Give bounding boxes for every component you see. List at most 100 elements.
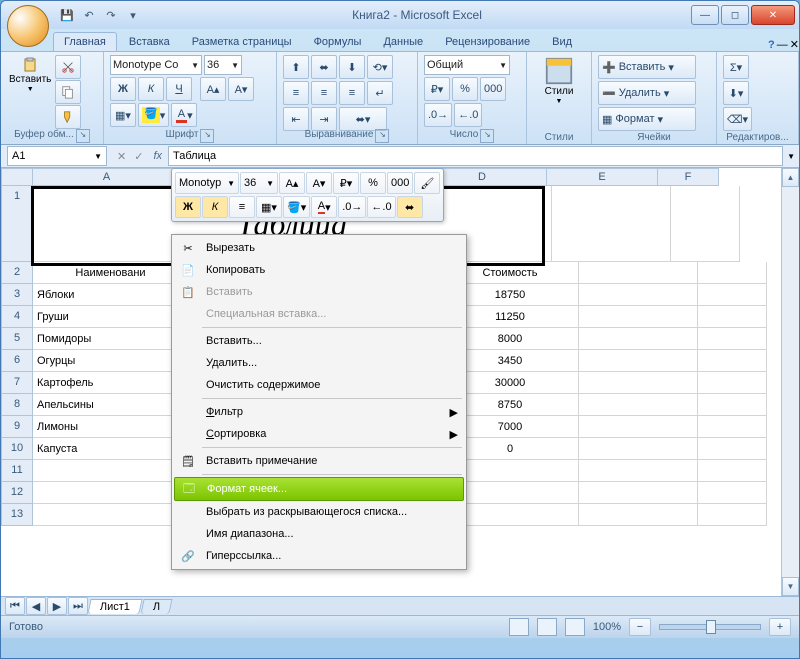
format-painter-button[interactable] — [55, 105, 81, 129]
tab-layout[interactable]: Разметка страницы — [182, 33, 302, 51]
copy-button[interactable] — [55, 80, 81, 104]
font-name-combo[interactable]: Monotype Co▼ — [110, 55, 202, 75]
enter-formula-icon[interactable]: ✓ — [130, 150, 147, 163]
increase-decimal-button[interactable]: .0→ — [424, 103, 452, 127]
row-header-13[interactable]: 13 — [1, 504, 33, 526]
ribbon-minimize-icon[interactable]: — — [777, 39, 788, 51]
row-header-2[interactable]: 2 — [1, 262, 33, 284]
tab-home[interactable]: Главная — [53, 32, 117, 51]
mini-borders[interactable]: ▦▾ — [256, 196, 282, 218]
qat-customize-icon[interactable]: ▾ — [123, 5, 143, 25]
number-format-combo[interactable]: Общий▼ — [424, 55, 510, 75]
ctx-range-name[interactable]: Имя диапазона... — [174, 523, 464, 545]
align-right-button[interactable]: ≡ — [339, 81, 365, 105]
cell-A4[interactable]: Груши — [33, 306, 189, 328]
font-color-button[interactable]: A▾ — [171, 103, 197, 127]
orientation-button[interactable]: ⟲▾ — [367, 55, 393, 79]
mini-dec-decimal[interactable]: ←.0 — [367, 196, 395, 218]
underline-button[interactable]: Ч — [166, 77, 192, 101]
save-icon[interactable]: 💾 — [57, 5, 77, 25]
cell-A2[interactable]: Наименовани — [33, 262, 189, 284]
merge-button[interactable]: ⬌▾ — [339, 107, 387, 131]
mini-percent[interactable]: % — [360, 172, 386, 194]
align-left-button[interactable]: ≡ — [283, 81, 309, 105]
mini-fontcolor[interactable]: A▾ — [311, 196, 337, 218]
ctx-cut[interactable]: ✂Вырезать — [174, 237, 464, 259]
first-sheet-button[interactable]: ⏮ — [5, 597, 25, 615]
cells-format-button[interactable]: ▦Формат ▾ — [598, 107, 696, 131]
zoom-slider-thumb[interactable] — [706, 620, 716, 634]
cell-F2[interactable] — [698, 262, 767, 284]
fill-color-button[interactable]: 🪣▾ — [138, 103, 169, 127]
row-header-7[interactable]: 7 — [1, 372, 33, 394]
ctx-picklist[interactable]: Выбрать из раскрывающегося списка... — [174, 501, 464, 523]
mini-format-painter[interactable]: 🖌 — [414, 172, 440, 194]
mini-font-combo[interactable]: Monotyp▼ — [175, 172, 239, 194]
ctx-paste[interactable]: 📋Вставить — [174, 281, 464, 303]
next-sheet-button[interactable]: ▶ — [47, 597, 67, 615]
sheet-tab-1[interactable]: Лист1 — [87, 599, 142, 614]
page-layout-view-button[interactable] — [537, 618, 557, 636]
align-middle-button[interactable]: ⬌ — [311, 55, 337, 79]
align-top-button[interactable]: ⬆ — [283, 55, 309, 79]
cell-A7[interactable]: Картофель — [33, 372, 189, 394]
name-box[interactable]: A1▼ — [7, 146, 107, 166]
borders-button[interactable]: ▦▾ — [110, 103, 136, 127]
fx-icon[interactable]: fx — [147, 150, 168, 162]
ctx-sort[interactable]: Сортировка▶ — [174, 423, 464, 445]
cells-insert-button[interactable]: ➕Вставить ▾ — [598, 55, 696, 79]
decrease-decimal-button[interactable]: ←.0 — [454, 103, 482, 127]
mini-currency[interactable]: ₽▾ — [333, 172, 359, 194]
fill-button[interactable]: ⬇▾ — [723, 81, 749, 105]
alignment-dialog-launcher[interactable]: ↘ — [375, 129, 389, 143]
scroll-up-icon[interactable]: ▲ — [782, 168, 799, 187]
shrink-font-button[interactable]: A▾ — [228, 77, 254, 101]
mini-size-combo[interactable]: 36▼ — [240, 172, 278, 194]
col-header-F[interactable]: F — [658, 168, 719, 186]
sheet-tab-2[interactable]: Л — [140, 599, 172, 614]
page-break-view-button[interactable] — [565, 618, 585, 636]
row-header-8[interactable]: 8 — [1, 394, 33, 416]
mini-grow-font[interactable]: A▴ — [279, 172, 305, 194]
row-header-12[interactable]: 12 — [1, 482, 33, 504]
workbook-close-icon[interactable]: ✕ — [790, 38, 799, 51]
cell-A9[interactable]: Лимоны — [33, 416, 189, 438]
tab-view[interactable]: Вид — [542, 33, 582, 51]
expand-formula-icon[interactable]: ▼ — [783, 152, 799, 161]
undo-icon[interactable]: ↶ — [79, 5, 99, 25]
row-header-11[interactable]: 11 — [1, 460, 33, 482]
cell-A5[interactable]: Помидоры — [33, 328, 189, 350]
tab-formulas[interactable]: Формулы — [304, 33, 372, 51]
number-dialog-launcher[interactable]: ↘ — [480, 129, 494, 143]
tab-review[interactable]: Рецензирование — [435, 33, 540, 51]
row-header-5[interactable]: 5 — [1, 328, 33, 350]
close-button[interactable]: ✕ — [751, 5, 795, 25]
help-icon[interactable]: ? — [768, 39, 775, 51]
cells-delete-button[interactable]: ➖Удалить ▾ — [598, 81, 696, 105]
zoom-slider[interactable] — [659, 624, 761, 630]
decrease-indent-button[interactable]: ⇤ — [283, 107, 309, 131]
row-header-6[interactable]: 6 — [1, 350, 33, 372]
clipboard-dialog-launcher[interactable]: ↘ — [76, 129, 90, 143]
mini-thousands[interactable]: 000 — [387, 172, 413, 194]
ctx-paste-special[interactable]: Специальная вставка... — [174, 303, 464, 325]
tab-insert[interactable]: Вставка — [119, 33, 180, 51]
row-header-1[interactable]: 1 — [1, 186, 33, 262]
maximize-button[interactable]: ◻ — [721, 5, 749, 25]
tab-data[interactable]: Данные — [373, 33, 433, 51]
align-bottom-button[interactable]: ⬇ — [339, 55, 365, 79]
mini-bold[interactable]: Ж — [175, 196, 201, 218]
cell-A3[interactable]: Яблоки — [33, 284, 189, 306]
cancel-formula-icon[interactable]: ✕ — [113, 150, 130, 163]
row-header-3[interactable]: 3 — [1, 284, 33, 306]
mini-center[interactable]: ≡ — [229, 196, 255, 218]
percent-button[interactable]: % — [452, 77, 478, 101]
cell-A8[interactable]: Апельсины — [33, 394, 189, 416]
formula-input[interactable]: Таблица — [168, 146, 783, 166]
grow-font-button[interactable]: A▴ — [200, 77, 226, 101]
scroll-down-icon[interactable]: ▼ — [782, 577, 799, 596]
cell-A10[interactable]: Капуста — [33, 438, 189, 460]
cell-A6[interactable]: Огурцы — [33, 350, 189, 372]
cut-button[interactable] — [55, 55, 81, 79]
font-dialog-launcher[interactable]: ↘ — [200, 129, 214, 143]
